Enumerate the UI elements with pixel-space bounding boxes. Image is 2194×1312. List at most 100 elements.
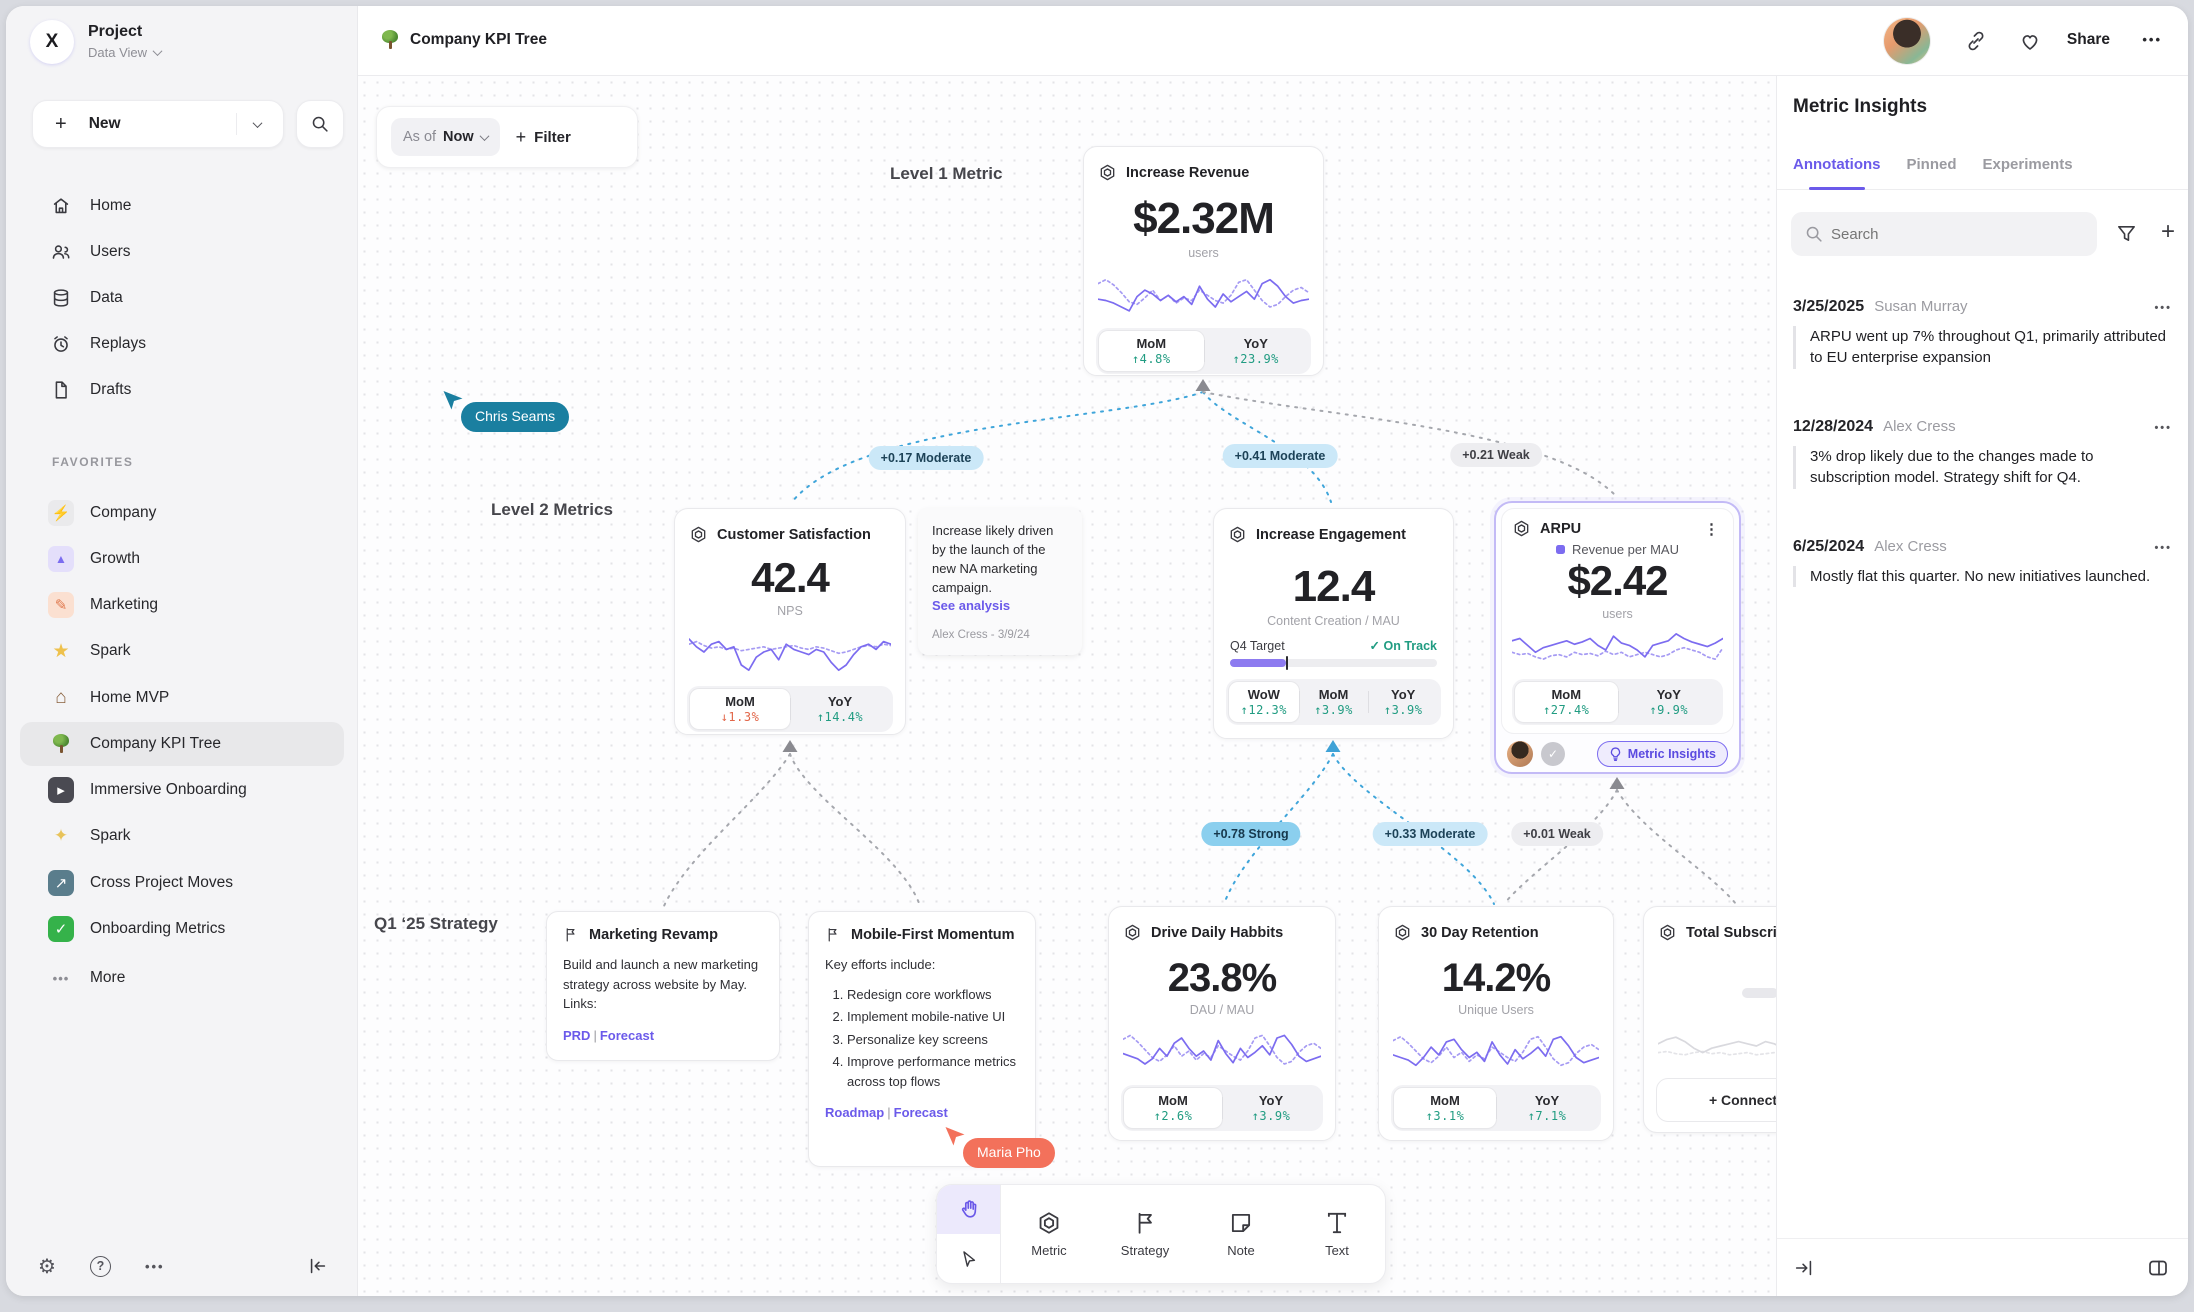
tab-annotations[interactable]: Annotations [1793, 150, 1881, 189]
metric-card-total-subscriptions[interactable]: Total Subscriptions + Connect [1643, 906, 1776, 1133]
document-title: Company KPI Tree [380, 30, 547, 50]
kpi-tree-canvas[interactable]: As of Now + Filter Level 1 Metric Level … [358, 76, 1776, 1296]
annotation-text: 3% drop likely due to the changes made t… [1793, 446, 2172, 489]
share-button[interactable]: Share [2067, 31, 2110, 49]
new-button[interactable]: + New [32, 100, 284, 148]
as-of-dropdown[interactable]: As of Now [391, 118, 500, 156]
filter-button[interactable]: + Filter [516, 127, 571, 148]
strategy-card-mobile-first-momentum[interactable]: Mobile-First Momentum Key efforts includ… [808, 911, 1036, 1167]
collapse-sidebar-icon[interactable] [307, 1255, 329, 1277]
wow-chip[interactable]: WoW↑12.3% [1229, 682, 1299, 722]
workspace-logo[interactable]: X [30, 20, 74, 64]
sparkline-chart [1393, 1025, 1599, 1077]
search-input[interactable] [1791, 212, 2097, 256]
metric-card-drive-daily-habbits[interactable]: Drive Daily Habbits 23.8% DAU / MAU MoM↑… [1108, 906, 1336, 1141]
select-tool-button[interactable] [937, 1234, 1000, 1283]
mom-chip[interactable]: MoM↑4.8% [1099, 331, 1204, 371]
copy-link-icon[interactable] [1964, 29, 1988, 53]
sidebar-item-drafts[interactable]: Drafts [20, 368, 344, 412]
metric-card-arpu-selected[interactable]: ARPU ⋮ Revenue per MAU $2.42 users MoM↑2… [1494, 501, 1741, 774]
annotation-menu-icon[interactable]: ••• [2154, 422, 2172, 434]
avatar[interactable] [1884, 18, 1930, 64]
hand-tool-button[interactable] [937, 1185, 1000, 1234]
sparkline-chart [1658, 1024, 1776, 1068]
sidebar-item-onboarding-metrics[interactable]: ✓ Onboarding Metrics [20, 907, 344, 951]
annotation-item[interactable]: 6/25/2024 Alex Cress ••• Mostly flat thi… [1793, 538, 2172, 587]
sidebar-item-marketing[interactable]: ✎ Marketing [20, 583, 344, 627]
sidebar-item-spark-2[interactable]: ✦ Spark [20, 814, 344, 858]
metric-card-customer-satisfaction[interactable]: Customer Satisfaction 42.4 NPS MoM↓1.3% … [674, 508, 906, 735]
card-menu-icon[interactable]: ⋮ [1700, 520, 1723, 538]
sidebar-item-cross-project-moves[interactable]: ↗ Cross Project Moves [20, 861, 344, 905]
roadmap-link[interactable]: Roadmap [825, 1105, 884, 1120]
hexagon-metric-icon [1512, 519, 1531, 538]
sidebar-item-spark[interactable]: ★ Spark [20, 629, 344, 673]
chevron-down-icon[interactable] [253, 118, 263, 128]
metric-tool-button[interactable]: Metric [1001, 1185, 1097, 1283]
sidebar-item-home[interactable]: Home [20, 184, 344, 228]
hexagon-metric-icon [689, 525, 708, 544]
tab-experiments[interactable]: Experiments [1983, 150, 2073, 189]
note-tool-button[interactable]: Note [1193, 1185, 1289, 1283]
annotation-menu-icon[interactable]: ••• [2154, 542, 2172, 554]
strategy-body: Build and launch a new marketing strateg… [563, 955, 763, 1014]
replay-clock-icon [50, 333, 72, 355]
settings-gear-icon[interactable]: ⚙ [38, 1254, 56, 1279]
tab-pinned[interactable]: Pinned [1907, 150, 1957, 189]
sidebar-item-more[interactable]: ••• More [20, 956, 344, 1000]
sidebar-item-immersive-onboarding[interactable]: ▸ Immersive Onboarding [20, 768, 344, 812]
favorite-heart-icon[interactable] [2018, 29, 2042, 53]
strategy-tool-button[interactable]: Strategy [1097, 1185, 1193, 1283]
header-menu-icon[interactable]: ••• [2142, 32, 2162, 47]
sidebar-item-home-mvp[interactable]: ⌂ Home MVP [20, 676, 344, 720]
sidebar-item-data[interactable]: Data [20, 276, 344, 320]
sidebar-item-growth[interactable]: ▲ Growth [20, 537, 344, 581]
sidebar-search-button[interactable] [296, 100, 344, 148]
cursor-arrow-icon [441, 388, 465, 412]
yoy-chip[interactable]: YoY↑3.9% [1368, 682, 1438, 722]
sidebar-item-replays[interactable]: Replays [20, 322, 344, 366]
collapse-panel-icon[interactable] [1793, 1257, 1815, 1279]
annotation-date: 12/28/2024 [1793, 418, 1873, 436]
connect-button[interactable]: + Connect [1656, 1078, 1776, 1122]
annotation-item[interactable]: 12/28/2024 Alex Cress ••• 3% drop likely… [1793, 418, 2172, 489]
sidebar-item-company-kpi-tree[interactable]: Company KPI Tree [20, 722, 344, 766]
yoy-chip[interactable]: YoY↑9.9% [1618, 682, 1721, 722]
metric-card-increase-revenue[interactable]: Increase Revenue $2.32M users MoM↑4.8% Y… [1083, 146, 1324, 376]
mom-chip[interactable]: MoM↓1.3% [690, 689, 790, 729]
see-analysis-link[interactable]: See analysis [932, 598, 1068, 613]
edge-label: +0.01 Weak [1511, 822, 1603, 846]
yoy-chip[interactable]: YoY↑23.9% [1204, 331, 1309, 371]
strategy-card-marketing-revamp[interactable]: Marketing Revamp Build and launch a new … [546, 911, 780, 1061]
metric-card-30-day-retention[interactable]: 30 Day Retention 14.2% Unique Users MoM↑… [1378, 906, 1614, 1141]
text-tool-button[interactable]: Text [1289, 1185, 1385, 1283]
annotation-menu-icon[interactable]: ••• [2154, 302, 2172, 314]
help-icon[interactable]: ? [90, 1256, 111, 1277]
more-options-icon[interactable]: ••• [145, 1259, 165, 1274]
workspace-view-switcher[interactable]: Data View [88, 45, 161, 60]
top-bar: Company KPI Tree Share ••• [358, 6, 2188, 76]
metric-card-increase-engagement[interactable]: Increase Engagement 12.4 Content Creatio… [1213, 508, 1454, 739]
mom-chip[interactable]: MoM↑3.9% [1299, 682, 1369, 722]
sidebar-item-company[interactable]: ⚡ Company [20, 491, 344, 535]
collaborator-cursor-chris: Chris Seams [441, 388, 465, 412]
mom-chip[interactable]: MoM↑2.6% [1124, 1088, 1222, 1128]
yoy-chip[interactable]: YoY↑3.9% [1222, 1088, 1320, 1128]
add-annotation-icon[interactable]: + [2161, 218, 2175, 246]
yoy-chip[interactable]: YoY↑7.1% [1496, 1088, 1598, 1128]
canvas-note-card[interactable]: Increase likely driven by the launch of … [918, 508, 1082, 655]
mom-chip[interactable]: MoM↑3.1% [1394, 1088, 1496, 1128]
annotation-item[interactable]: 3/25/2025 Susan Murray ••• ARPU went up … [1793, 298, 2172, 369]
cursor-arrow-icon [959, 1249, 979, 1269]
yoy-chip[interactable]: YoY↑14.4% [790, 689, 890, 729]
edge-label: +0.78 Strong [1201, 822, 1300, 846]
workspace-name: Project [88, 23, 142, 41]
split-view-icon[interactable] [2146, 1256, 2170, 1280]
metric-insights-button[interactable]: Metric Insights [1597, 741, 1728, 767]
sidebar-item-users[interactable]: Users [20, 230, 344, 274]
forecast-link[interactable]: Forecast [894, 1105, 948, 1120]
mom-chip[interactable]: MoM↑27.4% [1515, 682, 1618, 722]
filter-funnel-icon[interactable] [2115, 222, 2138, 245]
prd-link[interactable]: PRD [563, 1028, 590, 1043]
forecast-link[interactable]: Forecast [600, 1028, 654, 1043]
